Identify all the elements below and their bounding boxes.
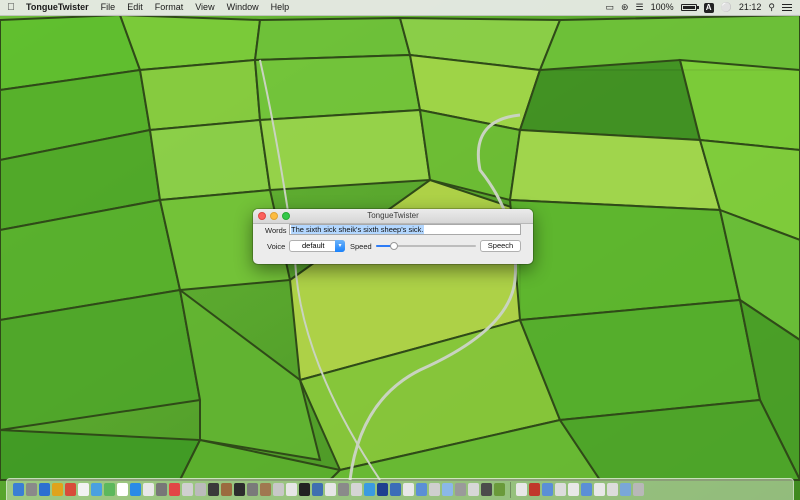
dock-app-icon[interactable]: [78, 483, 89, 496]
speed-slider-knob[interactable]: [390, 242, 398, 250]
clock[interactable]: 21:12: [739, 0, 762, 15]
dock-app-icon[interactable]: [182, 483, 193, 496]
dock-app-icon[interactable]: [312, 483, 323, 496]
menu-help[interactable]: Help: [265, 0, 296, 15]
voice-label: Voice: [267, 242, 286, 251]
bluetooth-icon[interactable]: ⊛: [621, 0, 629, 15]
user-icon[interactable]: ⚪: [721, 0, 732, 15]
dock-app-icon[interactable]: [286, 483, 297, 496]
dock-app-icon[interactable]: [156, 483, 167, 496]
dock-app-icon[interactable]: [169, 483, 180, 496]
menu-edit[interactable]: Edit: [121, 0, 149, 15]
window-titlebar[interactable]: TongueTwister: [253, 209, 533, 224]
dock-app-icon[interactable]: [325, 483, 336, 496]
dock-folder-icon[interactable]: [594, 483, 605, 496]
dock-app-icon[interactable]: [13, 483, 24, 496]
dock-app-icon[interactable]: [117, 483, 128, 496]
input-source-icon[interactable]: A: [703, 2, 714, 13]
words-label: Words: [265, 226, 287, 235]
dock-app-icon[interactable]: [65, 483, 76, 496]
dock-app-icon[interactable]: [429, 483, 440, 496]
dock-folder-icon[interactable]: [620, 483, 631, 496]
dock-app-icon[interactable]: [52, 483, 63, 496]
battery-icon[interactable]: [680, 4, 699, 11]
menu-view[interactable]: View: [189, 0, 220, 15]
dock-app-icon[interactable]: [338, 483, 349, 496]
voice-select[interactable]: default ▾: [289, 240, 345, 252]
menu-bar:  TongueTwister File Edit Format View Wi…: [0, 0, 800, 16]
dock-app-icon[interactable]: [377, 483, 388, 496]
dock-app-icon[interactable]: [143, 483, 154, 496]
dock-app-icon[interactable]: [195, 483, 206, 496]
dock-app-icon[interactable]: [234, 483, 245, 496]
dock-app-icon[interactable]: [273, 483, 284, 496]
menu-window[interactable]: Window: [221, 0, 265, 15]
menu-format[interactable]: Format: [149, 0, 190, 15]
phone-icon[interactable]: ▭: [605, 0, 614, 15]
dock-folder-icon[interactable]: [555, 483, 566, 496]
dock-app-icon[interactable]: [91, 483, 102, 496]
dock-folder-icon[interactable]: [542, 483, 553, 496]
dock-app-icon[interactable]: [481, 483, 492, 496]
dock-app-icon[interactable]: [442, 483, 453, 496]
words-input-text: The sixth sick sheik's sixth sheep's sic…: [291, 225, 424, 234]
battery-percent[interactable]: 100%: [651, 0, 674, 15]
window-title: TongueTwister: [367, 211, 419, 220]
apple-icon[interactable]: : [0, 2, 22, 13]
dock-folder-icon[interactable]: [581, 483, 592, 496]
speed-slider[interactable]: [376, 242, 476, 250]
close-window-button[interactable]: [258, 212, 266, 220]
dock-app-icon[interactable]: [299, 483, 310, 496]
tonguetwister-window: TongueTwister Words The sixth sick sheik…: [253, 209, 533, 264]
dock-app-icon[interactable]: [455, 483, 466, 496]
trash-icon[interactable]: [633, 483, 644, 496]
dock-app-icon[interactable]: [208, 483, 219, 496]
dock-folder-icon[interactable]: [516, 483, 527, 496]
menu-file[interactable]: File: [95, 0, 122, 15]
dock: [6, 478, 794, 500]
menu-app-name[interactable]: TongueTwister: [22, 0, 95, 15]
chevron-updown-icon[interactable]: ▾: [335, 240, 345, 252]
dock-app-icon[interactable]: [247, 483, 258, 496]
dock-folder-icon[interactable]: [529, 483, 540, 496]
notification-center-icon[interactable]: [782, 2, 792, 13]
dock-app-icon[interactable]: [221, 483, 232, 496]
spotlight-search-icon[interactable]: ⚲: [768, 0, 775, 15]
dock-separator: [510, 481, 511, 498]
speed-label: Speed: [350, 242, 372, 251]
dock-app-icon[interactable]: [468, 483, 479, 496]
dock-app-icon[interactable]: [39, 483, 50, 496]
dock-app-icon[interactable]: [403, 483, 414, 496]
dock-app-icon[interactable]: [364, 483, 375, 496]
minimize-window-button[interactable]: [270, 212, 278, 220]
wifi-icon[interactable]: ☰: [636, 0, 644, 15]
dock-app-icon[interactable]: [351, 483, 362, 496]
dock-app-icon[interactable]: [260, 483, 271, 496]
dock-app-icon[interactable]: [26, 483, 37, 496]
dock-app-icon[interactable]: [416, 483, 427, 496]
zoom-window-button[interactable]: [282, 212, 290, 220]
dock-app-icon[interactable]: [390, 483, 401, 496]
dock-folder-icon[interactable]: [568, 483, 579, 496]
dock-app-icon[interactable]: [130, 483, 141, 496]
voice-select-value: default: [302, 241, 325, 250]
dock-folder-icon[interactable]: [607, 483, 618, 496]
dock-app-icon[interactable]: [104, 483, 115, 496]
dock-app-icon[interactable]: [494, 483, 505, 496]
words-input[interactable]: The sixth sick sheik's sixth sheep's sic…: [289, 224, 521, 235]
speech-button[interactable]: Speech: [480, 240, 521, 252]
